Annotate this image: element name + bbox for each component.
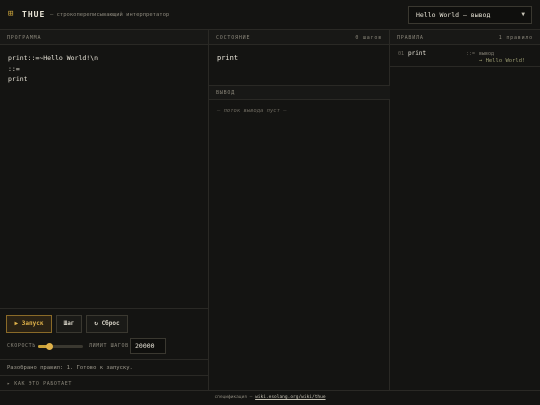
step-button[interactable]: Шаг: [56, 315, 82, 333]
state-panel: СОСТОЯНИЕ 0 шагов print ВЫВОД — поток вы…: [209, 30, 390, 390]
chevron-down-icon: ▼: [521, 11, 525, 18]
how-it-works-toggle[interactable]: ▸ КАК ЭТО РАБОТАЕТ: [0, 375, 209, 391]
example-select-value: Hello World — вывод: [416, 11, 491, 19]
output-panel-header: ВЫВОД: [209, 85, 390, 100]
output-panel-title: ВЫВОД: [216, 90, 236, 96]
footer-prefix: спецификация —: [214, 395, 256, 400]
program-panel-title: ПРОГРАММА: [7, 35, 42, 41]
code-line: ::=: [8, 64, 20, 73]
rule-number: 01: [398, 51, 405, 57]
rule-lhs: print: [408, 50, 427, 57]
rules-panel: ПРАВИЛА 1 правило 01 print ::= вывод → H…: [390, 30, 540, 390]
code-line: print: [8, 75, 28, 83]
code-line: print::=~Hello World!\n: [8, 54, 99, 62]
rule-row: 01 print ::= вывод → Hello World!: [390, 45, 540, 67]
logo-icon: ⊞: [8, 9, 14, 19]
program-panel: ПРОГРАММА print::=~Hello World!\n::= prin…: [0, 30, 209, 390]
output-empty-text: — поток вывода пуст —: [217, 108, 287, 114]
reset-button[interactable]: ↻ Сброс: [86, 315, 128, 333]
app-subtitle: — строкопереписывающий интерпретатор: [50, 12, 170, 18]
app-title: THUE: [22, 10, 46, 19]
rule-kind: вывод: [479, 51, 495, 57]
speed-label: СКОРОСТЬ: [7, 343, 36, 349]
speed-slider[interactable]: [38, 342, 83, 350]
state-string: print: [217, 54, 239, 62]
program-editor[interactable]: print::=~Hello World!\n::=print: [8, 53, 98, 85]
rules-panel-title: ПРАВИЛА: [397, 35, 424, 41]
state-panel-header: СОСТОЯНИЕ 0 шагов: [209, 30, 389, 45]
spec-link[interactable]: wiki.esolang.org/wiki/thue: [255, 395, 325, 400]
program-panel-header: ПРОГРАММА: [0, 30, 208, 45]
rules-panel-header: ПРАВИЛА 1 правило: [390, 30, 540, 45]
state-panel-title: СОСТОЯНИЕ: [216, 35, 251, 41]
controls-panel: ▶ Запуск Шаг ↻ Сброс СКОРОСТЬ ЛИМИТ ШАГО…: [0, 308, 209, 390]
status-message: Разобрано правил: 1. Готово к запуску.: [0, 359, 209, 375]
step-counter: 0 шагов: [355, 35, 382, 41]
example-select[interactable]: Hello World — вывод ▼: [408, 6, 532, 24]
footer: спецификация — wiki.esolang.org/wiki/thu…: [0, 390, 540, 405]
step-limit-input[interactable]: 20000: [130, 338, 166, 354]
app-header: ⊞ THUE — строкопереписывающий интерпрета…: [0, 0, 540, 30]
step-limit-label: ЛИМИТ ШАГОВ: [89, 343, 129, 349]
run-button[interactable]: ▶ Запуск: [6, 315, 52, 333]
rule-count: 1 правило: [498, 35, 533, 41]
rule-rhs: → Hello World!: [479, 58, 526, 64]
speed-slider-handle[interactable]: [45, 342, 53, 350]
rule-operator: ::=: [466, 51, 476, 57]
